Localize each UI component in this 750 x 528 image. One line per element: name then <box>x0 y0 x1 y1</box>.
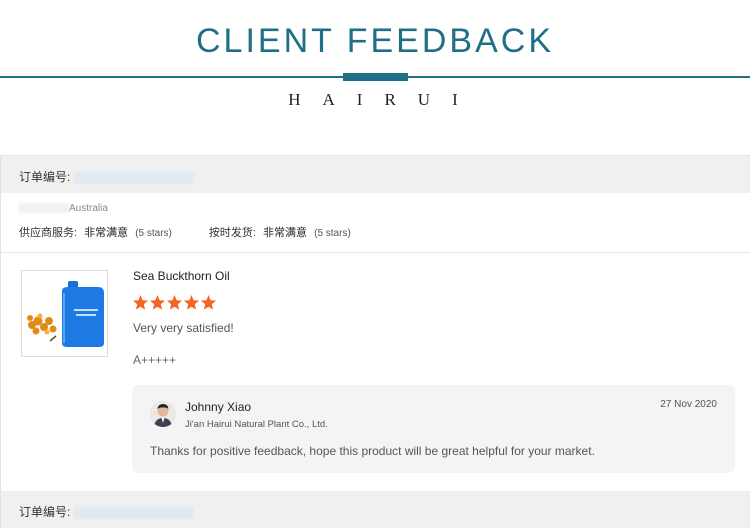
seller-ratings: 供应商服务: 非常满意 (5 stars) 按时发货: 非常满意 (5 star… <box>19 224 619 240</box>
reply-message: Thanks for positive feedback, hope this … <box>150 444 595 458</box>
rating-note: (5 stars) <box>314 228 351 239</box>
star-icon <box>133 295 148 310</box>
page-title: CLIENT FEEDBACK <box>195 22 554 60</box>
review-extra-text: A+++++ <box>133 353 177 367</box>
order-number-redacted <box>74 171 195 184</box>
seller-reply: Johnny Xiao Ji'an Hairui Natural Plant C… <box>132 385 735 473</box>
reply-author-company: Ji'an Hairui Natural Plant Co., Ltd. <box>185 419 328 430</box>
order-number-redacted <box>74 506 195 519</box>
order-number-bar: 订单编号: <box>1 491 750 528</box>
reply-author-name: Johnny Xiao <box>185 400 252 414</box>
star-icon <box>201 295 216 310</box>
buyer-country: Australia <box>69 203 108 214</box>
feedback-card: 订单编号: Australia 供应商服务: 非常满意 (5 stars) 按时… <box>0 155 750 528</box>
star-icon <box>184 295 199 310</box>
rating-value: 非常满意 <box>263 227 308 239</box>
product-bottle-icon <box>22 271 107 356</box>
buyer-info: Australia <box>19 203 108 214</box>
rating-label: 按时发货: <box>208 227 256 239</box>
section-divider <box>1 252 750 253</box>
star-rating <box>132 294 218 312</box>
review-text: Very very satisfied! <box>133 321 234 335</box>
rating-label: 供应商服务: <box>19 227 78 239</box>
product-name[interactable]: Sea Buckthorn Oil <box>133 269 230 283</box>
brand-subtitle: HAIRUI <box>288 90 480 109</box>
order-number-bar: 订单编号: <box>1 156 750 193</box>
avatar <box>150 401 176 427</box>
rating-value: 非常满意 <box>84 227 129 239</box>
buyer-name-redacted <box>19 203 69 214</box>
star-icon <box>150 295 165 310</box>
rating-note: (5 stars) <box>135 228 172 239</box>
header-divider-accent <box>343 73 408 81</box>
order-number-label: 订单编号: <box>19 170 71 184</box>
reply-date: 27 Nov 2020 <box>660 399 717 410</box>
order-number-label: 订单编号: <box>19 505 71 519</box>
star-icon <box>167 295 182 310</box>
product-image[interactable] <box>21 270 108 357</box>
page-header: CLIENT FEEDBACK HAIRUI <box>0 0 750 120</box>
